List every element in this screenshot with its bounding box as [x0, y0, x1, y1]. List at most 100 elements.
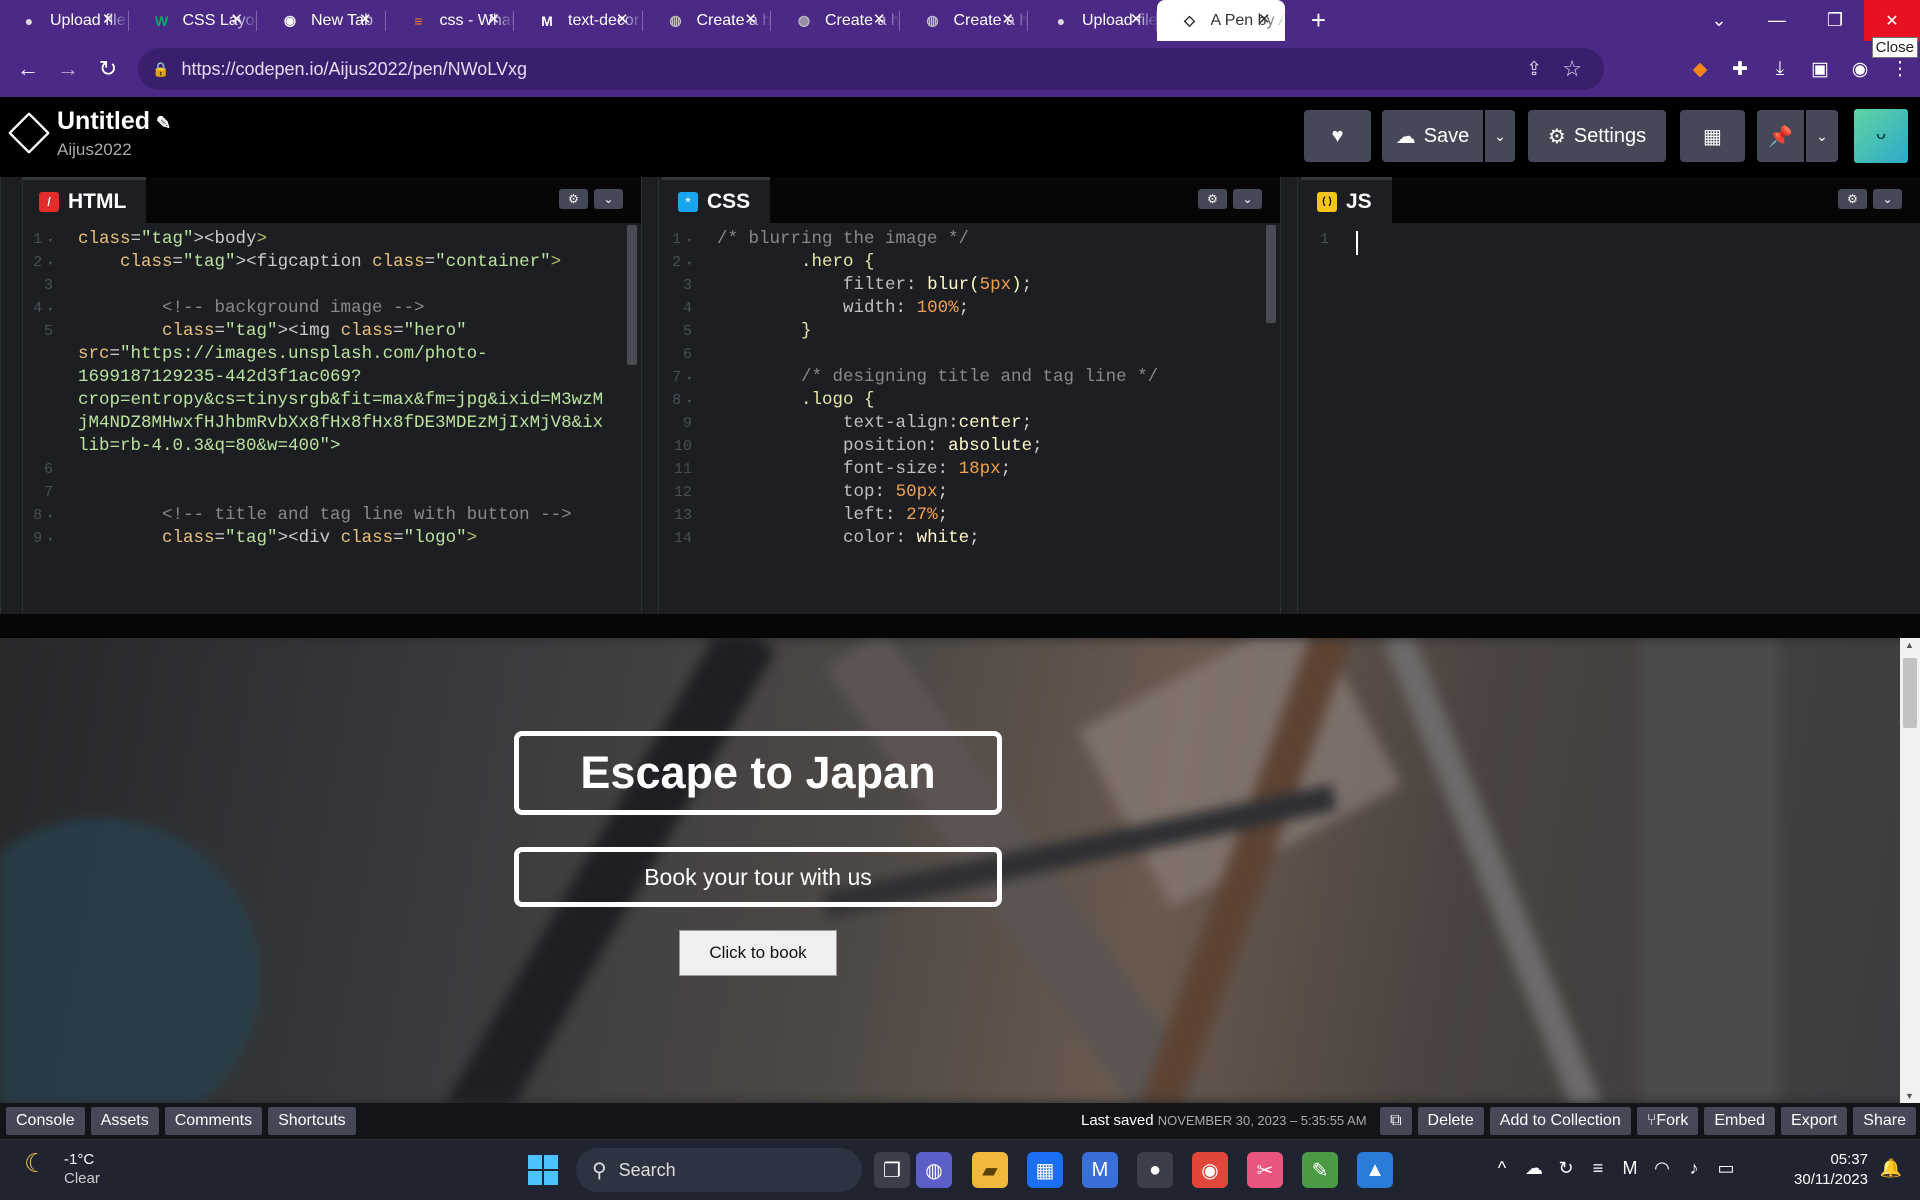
side-panel-icon[interactable]: ▣ [1800, 58, 1840, 81]
panel-divider[interactable] [641, 177, 659, 614]
restore-button[interactable]: ❐ [1806, 10, 1864, 31]
css-code[interactable]: 1 ▾/* blurring the image */2 ▾ .hero {3 … [662, 223, 1280, 614]
close-window-button[interactable]: ✕ [1864, 0, 1920, 41]
close-tab-icon[interactable]: ✕ [1001, 12, 1014, 27]
download-icon[interactable]: ⤓ [1760, 58, 1800, 80]
bottom-button-export[interactable]: Export [1781, 1107, 1848, 1135]
bottom-button-fork[interactable]: ⑂ Fork [1636, 1107, 1699, 1135]
edit-pencil-icon[interactable]: ✎ [156, 113, 171, 133]
close-tab-icon[interactable]: ✕ [1130, 12, 1143, 27]
browser-tab[interactable]: ≡ css - What ✕ [386, 0, 514, 41]
browser-tab[interactable]: ◍ Create a he✕ [643, 0, 771, 41]
paint-icon[interactable]: ✎ [1302, 1152, 1338, 1188]
html-collapse-button[interactable]: ⌄ [594, 189, 623, 209]
pen-title[interactable]: Untitled ✎ [57, 107, 171, 136]
snipping-tool-icon[interactable]: ✂ [1247, 1152, 1283, 1188]
settings-button[interactable]: ⚙ Settings [1528, 110, 1666, 162]
minimize-button[interactable]: — [1748, 10, 1806, 31]
tab-search-icon[interactable]: ⌄ [1690, 10, 1748, 31]
close-tab-icon[interactable]: ✕ [1258, 12, 1271, 27]
gmail-icon[interactable]: M [1614, 1158, 1646, 1179]
close-tab-icon[interactable]: ✕ [487, 12, 500, 27]
preview-scrollbar[interactable]: ▲ ▼ [1900, 638, 1920, 1103]
photos-icon[interactable]: ▲ [1357, 1152, 1393, 1188]
onedrive-icon[interactable]: ☁ [1518, 1158, 1550, 1179]
browser-tab[interactable]: ◍ Create a he✕ [900, 0, 1028, 41]
save-options-dropdown[interactable]: ⌄ [1485, 110, 1515, 162]
close-tab-icon[interactable]: ✕ [102, 12, 115, 27]
microsoft-store-icon[interactable]: ▦ [1027, 1152, 1063, 1188]
js-code[interactable]: 1 [1301, 223, 1920, 614]
pin-options-dropdown[interactable]: ⌄ [1806, 110, 1838, 162]
settings-slider-icon[interactable]: ≡ [1582, 1158, 1614, 1179]
metamask-icon[interactable]: ◆ [1680, 58, 1720, 81]
browser-tab[interactable]: ◉ New Tab ✕ [257, 0, 386, 41]
chrome-menu-icon[interactable]: ⋮ [1880, 58, 1920, 81]
open-external-button[interactable]: ⧉ [1380, 1107, 1412, 1135]
bottom-button-embed[interactable]: Embed [1704, 1107, 1776, 1135]
save-button[interactable]: ☁ Save [1382, 110, 1483, 162]
forward-button[interactable]: → [48, 56, 88, 82]
js-settings-button[interactable]: ⚙ [1838, 189, 1867, 209]
codepen-logo-icon[interactable] [8, 112, 50, 154]
close-tab-icon[interactable]: ✕ [616, 12, 629, 27]
preview-resizer[interactable] [0, 614, 1920, 638]
wifi-icon[interactable]: ◠ [1646, 1158, 1678, 1179]
new-tab-button[interactable]: + [1299, 5, 1339, 36]
volume-icon[interactable]: ♪ [1678, 1158, 1710, 1179]
bookmark-star-icon[interactable]: ☆ [1562, 56, 1582, 82]
teams-chat-icon[interactable]: ◍ [916, 1152, 952, 1188]
tab-css[interactable]: * CSS [662, 177, 771, 223]
windows-start-icon[interactable] [528, 1155, 558, 1185]
scroll-down-icon[interactable]: ▼ [1905, 1091, 1914, 1101]
css-settings-button[interactable]: ⚙ [1198, 189, 1227, 209]
layout-button[interactable]: ▦ [1680, 110, 1745, 162]
browser-tab[interactable]: ◇ A Pen by A ✕ [1156, 0, 1285, 41]
battery-icon[interactable]: ▭ [1710, 1158, 1742, 1179]
bottom-button-delete[interactable]: Delete [1417, 1107, 1484, 1135]
browser-tab[interactable]: ● Upload file ✕ [0, 0, 129, 41]
file-explorer-icon[interactable]: ▰ [972, 1152, 1008, 1188]
pin-button[interactable]: 📌 [1757, 110, 1804, 162]
close-tab-icon[interactable]: ✕ [359, 12, 372, 27]
browser-tab[interactable]: Mtext-decor ✕ [514, 0, 643, 41]
preview-scroll-thumb[interactable] [1903, 658, 1917, 728]
bottom-button-shortcuts[interactable]: Shortcuts [268, 1107, 356, 1135]
close-tab-icon[interactable]: ✕ [873, 12, 886, 27]
book-button[interactable]: Click to book [679, 930, 837, 976]
profile-avatar-icon[interactable]: ◉ [1840, 58, 1880, 81]
html-scrollbar[interactable] [627, 225, 637, 365]
clock[interactable]: 05:37 30/11/2023 [1794, 1150, 1868, 1190]
task-view-icon[interactable]: ❐ [874, 1152, 910, 1188]
chrome-taskbar-icon[interactable]: ◉ [1192, 1152, 1228, 1188]
close-tab-icon[interactable]: ✕ [744, 12, 757, 27]
bottom-button-console[interactable]: Console [6, 1107, 85, 1135]
pen-author[interactable]: Aijus2022 [57, 140, 132, 160]
close-tab-icon[interactable]: ✕ [230, 12, 243, 27]
heart-button[interactable]: ♥ [1304, 110, 1371, 162]
css-collapse-button[interactable]: ⌄ [1233, 189, 1262, 209]
tab-html[interactable]: / HTML [23, 177, 147, 223]
share-icon[interactable]: ⇪ [1526, 58, 1542, 81]
browser-tab[interactable]: ● Upload file ✕ [1028, 0, 1157, 41]
taskbar-search[interactable]: ⚲ Search [576, 1148, 862, 1192]
bottom-button-add-to-collection[interactable]: Add to Collection [1489, 1107, 1631, 1135]
panel-divider[interactable] [1280, 177, 1298, 614]
tab-js[interactable]: ( ) JS [1301, 177, 1392, 223]
sync-icon[interactable]: ↻ [1550, 1158, 1582, 1179]
html-settings-button[interactable]: ⚙ [559, 189, 588, 209]
back-button[interactable]: ← [8, 56, 48, 82]
app-dots-icon[interactable]: ● [1137, 1152, 1173, 1188]
extensions-puzzle-icon[interactable]: ✚ [1720, 58, 1760, 81]
css-scrollbar[interactable] [1266, 225, 1276, 323]
reload-button[interactable]: ↻ [88, 56, 128, 82]
mail-icon[interactable]: M [1082, 1152, 1118, 1188]
bottom-button-share[interactable]: Share [1853, 1107, 1916, 1135]
browser-tab[interactable]: ◍ Create a he✕ [771, 0, 900, 41]
browser-tab[interactable]: W CSS Layout✕ [129, 0, 257, 41]
bottom-button-comments[interactable]: Comments [164, 1107, 263, 1135]
url-field[interactable]: 🔒 https://codepen.io/Aijus2022/pen/NWoLV… [138, 48, 1604, 90]
show-hidden-icons[interactable]: ^ [1486, 1158, 1518, 1179]
user-avatar[interactable]: ᵕ [1854, 109, 1908, 163]
bottom-button-assets[interactable]: Assets [90, 1107, 159, 1135]
